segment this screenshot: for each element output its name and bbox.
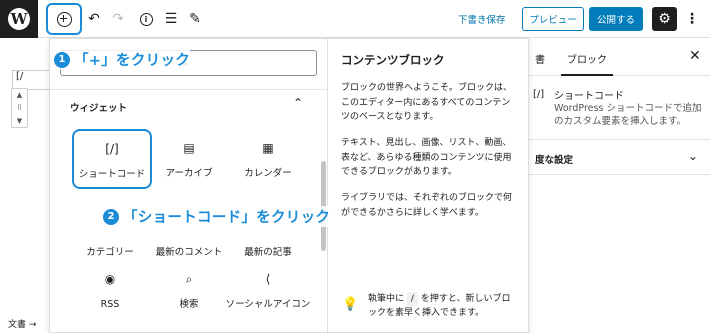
chevron-up-icon: ⌃: [293, 96, 304, 110]
block-help-panel: コンテンツブロック ブロックの世界へようこそ。ブロックは、このエディター内にある…: [328, 39, 528, 332]
rss-icon: ◉: [104, 272, 116, 286]
widgets-group-header[interactable]: ウィジェット ⌃: [50, 89, 328, 119]
more-icon: ⋮: [685, 11, 699, 27]
edit-icon[interactable]: ✎: [185, 9, 205, 29]
close-icon[interactable]: ✕: [689, 48, 701, 64]
widgets-group-title: ウィジェット: [70, 103, 128, 114]
chevron-down-icon: ▼: [16, 116, 23, 125]
help-paragraph: テキスト、見出し、画像、リスト、動画、表など、あらゆる種類のコンテンツに使用でき…: [341, 138, 512, 177]
shortcode-block-preview[interactable]: [/: [12, 70, 52, 90]
tab-document[interactable]: 書: [535, 51, 545, 66]
block-inserter-panel: & ウィジェット ⌃ [/] ショートコード ▤ アーカイブ ▦ カレンダー カ…: [49, 38, 529, 333]
breadcrumb[interactable]: 文書 →: [0, 318, 49, 333]
save-draft-link[interactable]: 下書き保存: [458, 12, 506, 26]
settings-sidebar: 書 ブロック ✕ [/] ショートコード WordPress ショートコードで追…: [520, 38, 710, 333]
lightbulb-icon: 💡: [342, 297, 359, 312]
advanced-settings-label: 度な設定: [535, 155, 574, 166]
drag-handle-icon: ⠿: [16, 103, 23, 112]
search-icon: ⌕: [185, 271, 193, 286]
block-item-social-icons[interactable]: ⟨ ソーシャルアイコン: [220, 268, 316, 328]
chevron-down-icon: ⌄: [688, 149, 699, 163]
block-card-description: WordPress ショートコードで追加のカスタム要素を挿入します。: [554, 103, 702, 127]
redo-icon[interactable]: ↷: [108, 9, 128, 29]
block-mover[interactable]: ▲ ⠿ ▼: [11, 88, 28, 128]
shortcode-icon: [/]: [105, 142, 119, 156]
chevron-up-icon: ▲: [16, 91, 23, 100]
shortcode-icon: [/]: [533, 89, 545, 100]
more-options-button[interactable]: ⋮: [685, 8, 699, 30]
shortcut-key: /: [406, 292, 418, 306]
help-title: コンテンツブロック: [341, 53, 445, 67]
block-item-shortcode[interactable]: [/] ショートコード: [72, 129, 152, 189]
settings-button[interactable]: ⚙: [652, 7, 677, 31]
list-view-icon[interactable]: ☰: [161, 9, 181, 29]
undo-icon[interactable]: ↶: [84, 9, 104, 29]
editor-toolbar: W ↶ ↷ i ☰ ✎ 下書き保存 プレビュー 公開する ⚙ ⋮: [0, 0, 710, 38]
block-item-rss[interactable]: ◉ RSS: [70, 268, 150, 328]
add-block-button[interactable]: [46, 3, 82, 35]
archive-icon: ▤: [183, 141, 195, 155]
add-block-icon: [56, 11, 72, 27]
block-item-calendar[interactable]: ▦ カレンダー: [228, 137, 308, 197]
share-icon: ⟨: [265, 272, 271, 286]
block-card-title: ショートコード: [554, 91, 624, 102]
help-paragraph: ブロックの世界へようこそ。ブロックは、このエディター内にあるすべてのコンテンツの…: [341, 83, 513, 122]
help-tip: 執筆中に / を押すと、新しいブロックを素早く挿入できます。: [368, 292, 511, 318]
sidebar-tabs: 書 ブロック ✕: [521, 38, 710, 76]
block-item-archives[interactable]: ▤ アーカイブ: [149, 137, 229, 197]
annotation-step-2: 2 「ショートコード」をクリック: [103, 206, 331, 227]
tab-block[interactable]: ブロック: [561, 38, 613, 76]
preview-button[interactable]: プレビュー: [522, 7, 584, 31]
publish-button[interactable]: 公開する: [589, 7, 643, 31]
help-paragraph: ライブラリでは、それぞれのブロックで何ができるかさらに詳しく学べます。: [341, 193, 513, 218]
wordpress-icon: W: [8, 8, 30, 30]
advanced-settings-panel[interactable]: 度な設定 ⌄: [521, 139, 710, 175]
info-icon[interactable]: i: [136, 9, 156, 29]
gear-icon: ⚙: [658, 11, 671, 27]
annotation-step-1: 1 「+」をクリック: [54, 49, 191, 70]
block-library: & ウィジェット ⌃ [/] ショートコード ▤ アーカイブ ▦ カレンダー カ…: [50, 39, 328, 332]
block-item-search[interactable]: ⌕ 検索: [149, 268, 229, 328]
wordpress-logo[interactable]: W: [0, 0, 38, 38]
calendar-icon: ▦: [262, 141, 274, 155]
